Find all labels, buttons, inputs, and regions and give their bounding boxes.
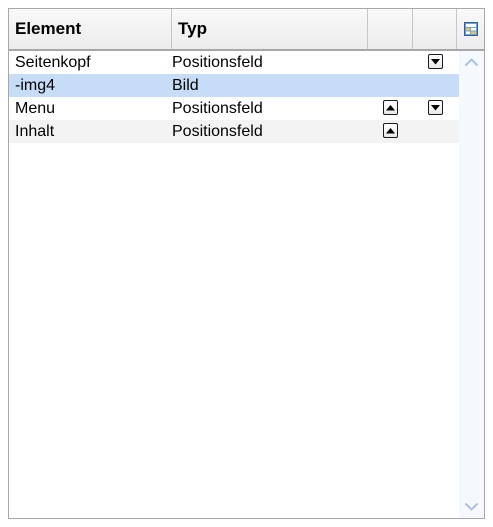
scroll-down-button[interactable] bbox=[459, 495, 484, 518]
scroll-up-button[interactable] bbox=[459, 51, 484, 74]
column-header-move-up bbox=[368, 9, 413, 49]
chevron-up-icon bbox=[464, 58, 479, 67]
element-list-panel: Element Typ Seitenkopf Positionsfeld -im… bbox=[8, 8, 485, 519]
chevron-down-icon bbox=[464, 502, 479, 511]
cell-typ: Positionsfeld bbox=[172, 123, 263, 140]
cell-typ: Positionsfeld bbox=[172, 100, 263, 117]
arrow-down-icon bbox=[431, 104, 440, 110]
column-chooser-button[interactable] bbox=[457, 9, 484, 49]
move-down-button[interactable] bbox=[428, 100, 443, 115]
move-up-button[interactable] bbox=[383, 100, 398, 115]
column-header-element[interactable]: Element bbox=[9, 9, 172, 49]
table-row[interactable]: Menu Positionsfeld bbox=[9, 97, 459, 120]
table-row[interactable]: Inhalt Positionsfeld bbox=[9, 120, 459, 143]
grid-settings-icon bbox=[463, 22, 478, 36]
move-up-button[interactable] bbox=[383, 123, 398, 138]
vertical-scrollbar[interactable] bbox=[459, 51, 484, 518]
cell-element: Menu bbox=[15, 100, 56, 117]
column-header-typ[interactable]: Typ bbox=[172, 9, 368, 49]
cell-element: Seitenkopf bbox=[15, 54, 91, 71]
table-row[interactable]: -img4 Bild bbox=[9, 74, 459, 97]
table-body: Seitenkopf Positionsfeld -img4 Bild Menu… bbox=[9, 51, 459, 143]
arrow-down-icon bbox=[431, 58, 440, 64]
arrow-up-icon bbox=[386, 104, 395, 110]
cell-element: Inhalt bbox=[15, 123, 55, 140]
cell-typ: Bild bbox=[172, 77, 199, 94]
move-down-button[interactable] bbox=[428, 54, 443, 69]
cell-typ: Positionsfeld bbox=[172, 54, 263, 71]
table-row[interactable]: Seitenkopf Positionsfeld bbox=[9, 51, 459, 74]
arrow-up-icon bbox=[386, 127, 395, 133]
column-header-move-down bbox=[413, 9, 457, 49]
table-header: Element Typ bbox=[9, 9, 484, 51]
cell-element: -img4 bbox=[15, 77, 56, 94]
